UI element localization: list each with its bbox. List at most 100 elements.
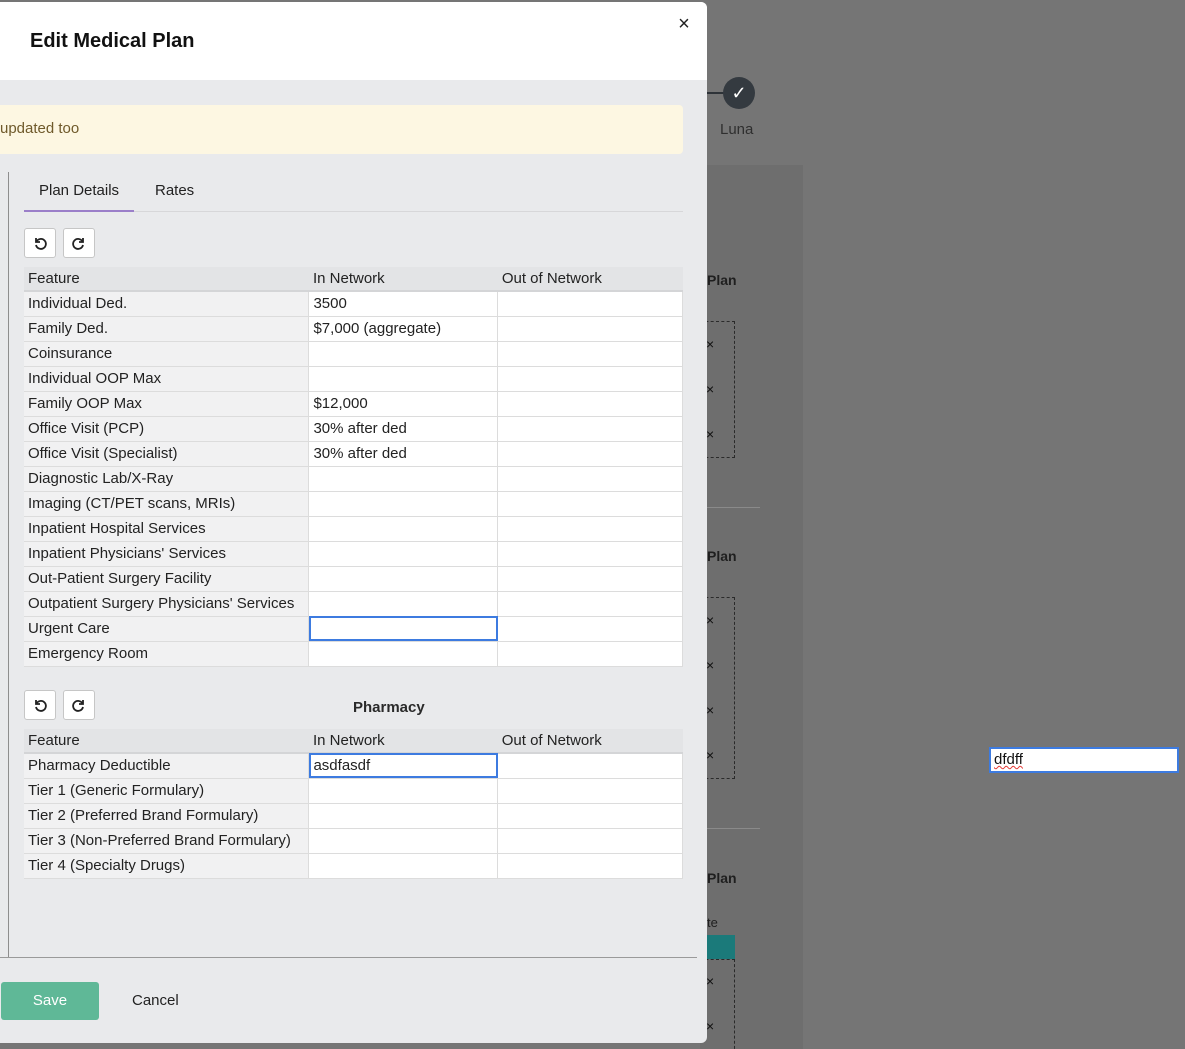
feature-cell: Inpatient Hospital Services [24, 516, 310, 542]
partial-text: te [707, 915, 718, 930]
column-header: Feature [24, 729, 309, 754]
plan-label: Plan [707, 548, 737, 564]
in-network-cell[interactable] [308, 341, 499, 367]
column-header: Out of Network [497, 729, 683, 754]
cancel-button[interactable]: Cancel [132, 992, 179, 1009]
in-network-cell[interactable]: asdfasdf [308, 753, 499, 779]
out-network-cell[interactable] [497, 828, 683, 854]
out-network-cell[interactable] [497, 441, 683, 467]
redo-icon [72, 700, 84, 712]
table-row: Individual OOP Max [24, 366, 683, 392]
in-network-cell[interactable]: $12,000 [308, 391, 499, 417]
out-network-cell[interactable] [497, 516, 683, 542]
floating-text-input[interactable]: dfdff [989, 747, 1179, 773]
remove-icon[interactable]: × [706, 702, 714, 718]
table-row: Office Visit (Specialist) 30% after ded [24, 441, 683, 467]
feature-cell: Outpatient Surgery Physicians' Services [24, 591, 310, 617]
footer-divider [0, 957, 697, 958]
out-network-cell[interactable] [497, 778, 683, 804]
remove-icon[interactable]: × [706, 426, 714, 442]
table-row: Individual Ded. 3500 [24, 291, 683, 317]
undo-button[interactable] [24, 690, 56, 720]
in-network-cell[interactable] [308, 366, 499, 392]
tab-rates[interactable]: Rates [140, 174, 209, 212]
in-network-cell[interactable]: $7,000 (aggregate) [308, 316, 499, 342]
undo-button[interactable] [24, 228, 56, 258]
in-network-cell[interactable] [308, 466, 499, 492]
out-network-cell[interactable] [497, 491, 683, 517]
out-network-cell[interactable] [497, 591, 683, 617]
in-network-cell[interactable] [308, 566, 499, 592]
tab-plan-details[interactable]: Plan Details [24, 174, 135, 212]
in-network-cell[interactable]: 30% after ded [308, 441, 499, 467]
plan-label: Plan [707, 272, 737, 288]
feature-cell: Tier 2 (Preferred Brand Formulary) [24, 803, 310, 829]
out-network-cell[interactable] [497, 641, 683, 667]
out-network-cell[interactable] [497, 316, 683, 342]
out-network-cell[interactable] [497, 541, 683, 567]
table-row: Tier 1 (Generic Formulary) [24, 778, 683, 804]
pharmacy-title: Pharmacy [353, 699, 425, 716]
out-network-cell[interactable] [497, 753, 683, 779]
feature-cell: Coinsurance [24, 341, 310, 367]
plan-label: Plan [707, 870, 737, 886]
out-network-cell[interactable] [497, 341, 683, 367]
remove-icon[interactable]: × [706, 1018, 714, 1034]
edit-plan-modal: Edit Medical Plan × updated too Plan Det… [0, 2, 707, 1043]
in-network-cell[interactable]: 3500 [308, 291, 499, 317]
table-row: Family Ded. $7,000 (aggregate) [24, 316, 683, 342]
out-network-cell[interactable] [497, 616, 683, 642]
out-network-cell[interactable] [497, 803, 683, 829]
table-row: Inpatient Physicians' Services [24, 541, 683, 567]
undo-icon [35, 238, 47, 250]
remove-icon[interactable]: × [706, 336, 714, 352]
in-network-cell[interactable] [308, 541, 499, 567]
out-network-cell[interactable] [497, 291, 683, 317]
in-network-cell[interactable] [308, 828, 499, 854]
table-row: Urgent Care [24, 616, 683, 642]
table-row: Pharmacy Deductible asdfasdf [24, 753, 683, 779]
column-header: In Network [308, 729, 498, 754]
in-network-cell[interactable] [308, 803, 499, 829]
out-network-cell[interactable] [497, 566, 683, 592]
stepper-label: Luna [720, 121, 754, 138]
table-header-row: Feature In Network Out of Network [24, 729, 683, 754]
out-network-cell[interactable] [497, 466, 683, 492]
table-row: Family OOP Max $12,000 [24, 391, 683, 417]
feature-cell: Office Visit (Specialist) [24, 441, 310, 467]
in-network-cell[interactable] [308, 516, 499, 542]
remove-icon[interactable]: × [706, 612, 714, 628]
table-row: Imaging (CT/PET scans, MRIs) [24, 491, 683, 517]
save-button[interactable]: Save [1, 982, 99, 1020]
out-network-cell[interactable] [497, 366, 683, 392]
in-network-cell[interactable] [308, 641, 499, 667]
check-icon: ✓ [723, 77, 755, 109]
tab-bar: Plan Details Rates [24, 174, 683, 212]
column-header: Out of Network [497, 267, 683, 292]
close-icon[interactable]: × [672, 12, 696, 36]
column-header: Feature [24, 267, 309, 292]
in-network-cell[interactable] [308, 591, 499, 617]
table-row: Out-Patient Surgery Facility [24, 566, 683, 592]
remove-icon[interactable]: × [706, 657, 714, 673]
in-network-cell[interactable] [308, 778, 499, 804]
out-network-cell[interactable] [497, 853, 683, 879]
in-network-cell[interactable] [308, 853, 499, 879]
table-row: Coinsurance [24, 341, 683, 367]
redo-button[interactable] [63, 690, 95, 720]
column-header: In Network [308, 267, 498, 292]
out-network-cell[interactable] [497, 416, 683, 442]
in-network-cell[interactable] [308, 616, 499, 642]
out-network-cell[interactable] [497, 391, 683, 417]
remove-icon[interactable]: × [706, 973, 714, 989]
table-row: Tier 2 (Preferred Brand Formulary) [24, 803, 683, 829]
remove-icon[interactable]: × [706, 381, 714, 397]
feature-cell: Individual OOP Max [24, 366, 310, 392]
in-network-cell[interactable]: 30% after ded [308, 416, 499, 442]
in-network-cell[interactable] [308, 491, 499, 517]
remove-icon[interactable]: × [706, 747, 714, 763]
redo-button[interactable] [63, 228, 95, 258]
table-row: Emergency Room [24, 641, 683, 667]
content-border [8, 172, 9, 957]
notice-banner: updated too [0, 105, 683, 154]
